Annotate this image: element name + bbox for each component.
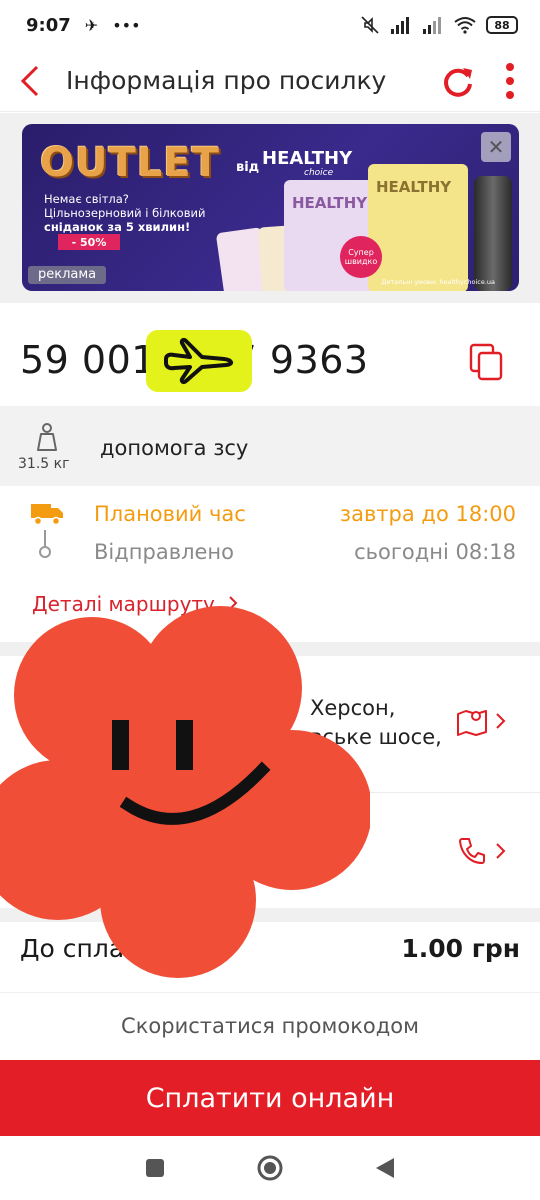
battery-indicator: 88: [486, 16, 518, 34]
planned-time-value: завтра до 18:00: [339, 502, 516, 526]
ad-brand-sub: choice: [304, 168, 334, 178]
sent-label: Відправлено: [94, 540, 234, 564]
ad-area: OUTLET від HEALTHY choice Немає світла? …: [0, 113, 540, 303]
tracking-number-row: 59 0015 7 9363: [0, 318, 540, 404]
parcel-weight: 31.5 кг: [18, 456, 70, 472]
ad-pack-brand: HEALTHY: [292, 194, 368, 212]
signal-2-icon: [423, 17, 441, 34]
ad-copy-line: Цільнозерновий і білковий: [44, 206, 206, 220]
dot-icon: [506, 90, 514, 99]
status-bar: 9:07 ✈ ••• 88: [0, 0, 540, 50]
map-icon: [457, 710, 487, 736]
smiley-flower-sticker: [0, 606, 370, 978]
parcel-info: 31.5 кг допомога зсу: [0, 406, 540, 486]
back-nav-icon[interactable]: [374, 1156, 396, 1180]
pay-online-button[interactable]: Сплатити онлайн: [0, 1060, 540, 1136]
copy-icon: [469, 343, 503, 381]
chevron-left-icon: [20, 65, 39, 96]
chevron-right-icon: [496, 713, 506, 729]
ad-copy-line: сніданок за 5 хвилин!: [44, 220, 191, 234]
airplane-sticker: [146, 330, 252, 392]
call-button[interactable]: [458, 837, 506, 865]
back-button[interactable]: [6, 57, 54, 105]
truck-icon: [31, 504, 63, 526]
refresh-icon: [444, 67, 472, 97]
wifi-icon: [454, 17, 476, 34]
ad-banner[interactable]: OUTLET від HEALTHY choice Немає світла? …: [22, 124, 519, 291]
ad-pack-brand: HEALTHY: [376, 178, 452, 196]
clock: 9:07: [26, 14, 71, 36]
more-notifications-icon: •••: [112, 15, 141, 35]
close-icon: ✕: [487, 135, 505, 159]
ad-close-button[interactable]: ✕: [481, 132, 511, 162]
ad-brand: HEALTHY: [262, 148, 353, 169]
weight-icon: [37, 423, 57, 451]
use-promocode-button[interactable]: Скористатися промокодом: [0, 992, 540, 1058]
more-menu-button[interactable]: [492, 59, 528, 103]
ad-discount: - 50%: [58, 234, 120, 250]
chevron-right-icon: [496, 843, 506, 859]
home-icon[interactable]: [256, 1154, 284, 1182]
mute-icon: [361, 16, 379, 34]
timeline-dot: [39, 546, 51, 558]
ad-thermos: [474, 176, 512, 291]
planned-time-label: Плановий час: [94, 502, 246, 526]
amount-due-value: 1.00 грн: [401, 934, 520, 963]
recents-icon[interactable]: [144, 1157, 166, 1179]
ad-label: реклама: [28, 266, 107, 284]
app-bar: Інформація про посилку: [0, 50, 540, 112]
system-nav-bar: [0, 1136, 540, 1200]
ad-outlet-text: OUTLET: [40, 140, 220, 186]
notification-icon: ✈: [84, 15, 99, 35]
copy-button[interactable]: [468, 342, 504, 382]
ad-vid-text: від: [236, 160, 260, 175]
page-title: Інформація про посилку: [66, 66, 387, 95]
dot-icon: [506, 62, 514, 71]
ad-copy-line: Немає світла?: [44, 192, 129, 206]
ad-fine-print: Детальні умови: healthychoice.ua: [381, 278, 495, 286]
ad-badge: Супер швидко: [340, 236, 382, 278]
refresh-button[interactable]: [436, 59, 480, 103]
signal-icon: [391, 17, 409, 34]
sent-time-value: сьогодні 08:18: [354, 540, 516, 564]
airplane-icon: [164, 337, 233, 385]
ad-product-pack: HEALTHY: [368, 164, 468, 291]
ad-copy: Немає світла? Цільнозерновий і білковий …: [44, 192, 205, 234]
tracking-number-end: 7 9363: [232, 338, 369, 382]
phone-icon: [459, 838, 485, 864]
dot-icon: [506, 76, 514, 85]
map-button[interactable]: [456, 706, 506, 736]
parcel-description: допомога зсу: [100, 436, 249, 460]
